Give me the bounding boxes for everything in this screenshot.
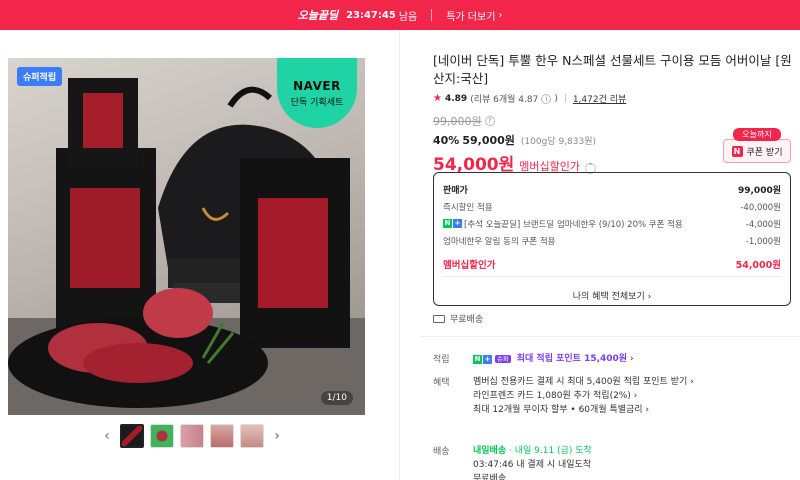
unit-price: (100g당 9,833원) [520, 137, 597, 147]
price-breakdown-box: 판매가 99,000원 즉시할인 적용 -40,000원 N + [추석 오늘끝딜… [433, 172, 791, 306]
chevron-right-icon[interactable]: › [270, 428, 284, 444]
naver-tag-title: NAVER [293, 78, 341, 93]
benefits-key: 혜택 [433, 378, 450, 388]
delivery-line: 내일배송 · 내일 9.11 (금) 도착 [473, 444, 592, 458]
benefit-text: 멤버십 전용카드 결제 시 최대 5,400원 적립 포인트 받기 [473, 377, 688, 387]
max-points-text: 최대 적립 포인트 15,400원 [516, 354, 628, 364]
delivery-key: 배송 [433, 447, 450, 457]
column-divider [399, 30, 400, 480]
super-points-badge: 슈퍼적립 [17, 67, 63, 86]
delivery-info: 내일배송 · 내일 9.11 (금) 도착 03:47:46 내 결제 시 내일… [473, 444, 592, 480]
product-title: [네이버 단독] 투뿔 한우 N스페셜 선물세트 구이용 모듬 어버이날 [원산… [433, 53, 792, 86]
chevron-right-icon: › [629, 354, 634, 364]
discount-price: 59,000원 [462, 134, 515, 147]
chevron-right-icon: › [498, 9, 503, 21]
thumbnail-1[interactable] [120, 424, 144, 448]
star-icon: ★ [433, 93, 442, 104]
breakdown-row: 엄마네한우 알림 동의 쿠폰 적용 -1,000원 [443, 232, 781, 249]
breakdown-value: -40,000원 [740, 202, 781, 213]
rating-score: 4.89 [444, 93, 468, 104]
promo-timer: 23:47:45 [346, 9, 396, 21]
thumbnail-2[interactable] [150, 424, 174, 448]
super-tag: 슈퍼 [494, 355, 511, 363]
info-icon[interactable]: ? [484, 116, 495, 126]
naver-tag-subtitle: 단독 기획세트 [290, 97, 344, 108]
rating-detail: (리뷰 6개월 4.87 [470, 95, 539, 105]
free-shipping-label: 무료배송 [450, 315, 484, 325]
points-row: 적립 N + 슈퍼 최대 적립 포인트 15,400원 › [433, 352, 634, 366]
breakdown-row: N + [추석 오늘끝딜] 브랜드딜 엄마네한우 (9/10) 20% 쿠폰 적용… [443, 215, 781, 232]
breakdown-total-row: 멤버십할인가 54,000원 [443, 255, 781, 272]
benefits-list: 멤버십 전용카드 결제 시 최대 5,400원 적립 포인트 받기 › 라인프렌… [473, 375, 694, 417]
chevron-left-icon[interactable]: ‹ [100, 428, 114, 444]
get-coupon-button[interactable]: N 쿠폰 받기 [723, 139, 791, 163]
naver-plus-icon: N + [473, 355, 492, 364]
breakdown-divider [443, 276, 781, 277]
benefit-item[interactable]: 최대 12개월 무이자 할부 • 60개월 특별금리 › [473, 403, 694, 417]
rating-divider [564, 94, 566, 103]
breakdown-row: 즉시할인 적용 -40,000원 [443, 198, 781, 215]
discount-percent: 40% [433, 134, 460, 147]
breakdown-label-wrap: N + [추석 오늘끝딜] 브랜드딜 엄마네한우 (9/10) 20% 쿠폰 적용 [443, 218, 683, 230]
benefit-item[interactable]: 라인프렌즈 카드 1,080원 추가 적립(2%) › [473, 389, 694, 403]
promo-timer-suffix: 남음 [398, 11, 418, 23]
naver-plus-icon: N + [443, 219, 462, 228]
coupon-widget: 오늘까지 N 쿠폰 받기 [723, 128, 791, 163]
view-all-benefits-label: 나의 혜택 전체보기 [572, 292, 645, 302]
original-price-row: 99,000원 ? [433, 113, 793, 129]
thumbnail-5[interactable] [240, 424, 264, 448]
coupon-deadline-badge: 오늘까지 [733, 128, 781, 141]
breakdown-label: [추석 오늘끝딜] 브랜드딜 엄마네한우 (9/10) 20% 쿠폰 적용 [464, 219, 683, 230]
rating-detail-close: ) [554, 93, 558, 104]
chevron-right-icon: › [647, 292, 652, 302]
benefits-row: 혜택 멤버십 전용카드 결제 시 최대 5,400원 적립 포인트 받기 › 라… [433, 375, 694, 417]
promo-divider [431, 9, 433, 21]
original-price: 99,000원 [433, 115, 482, 128]
free-shipping-row: 무료배송 [433, 312, 483, 325]
benefit-text: 라인프렌즈 카드 1,080원 추가 적립(2%) [473, 391, 631, 401]
section-divider [420, 336, 800, 337]
next-day-badge: 내일배송 [473, 446, 507, 456]
delivery-date: · 내일 9.11 (금) 도착 [509, 446, 592, 456]
thumbnail-3[interactable] [180, 424, 204, 448]
info-icon[interactable]: i [541, 93, 552, 104]
breakdown-value: 99,000원 [737, 186, 781, 196]
promo-more-label: 특가 더보기 [446, 11, 496, 23]
points-key: 적립 [433, 355, 450, 365]
view-all-benefits-link[interactable]: 나의 혜택 전체보기 › [443, 289, 781, 302]
breakdown-total-label: 멤버십할인가 [443, 259, 496, 271]
breakdown-label: 즉시할인 적용 [443, 202, 493, 213]
delivery-note: 03:47:46 내 결제 시 내일도착 [473, 460, 592, 470]
breakdown-value: -1,000원 [745, 236, 781, 247]
truck-icon [433, 314, 445, 323]
promo-logo: 오늘끝딜 [297, 9, 339, 22]
breakdown-value: -4,000원 [745, 219, 781, 230]
image-page-indicator: 1/10 [320, 391, 353, 405]
review-count-link[interactable]: 1,472건 리뷰 [573, 92, 626, 105]
product-main-image[interactable]: 슈퍼적립 NAVER 단독 기획세트 1/10 [8, 58, 365, 415]
benefit-text: 최대 12개월 무이자 할부 • 60개월 특별금리 [473, 405, 643, 415]
rating-row: ★ 4.89 (리뷰 6개월 4.87 i) 1,472건 리뷰 [433, 92, 793, 105]
delivery-extra: 무료배송 [473, 474, 507, 480]
breakdown-row: 판매가 99,000원 [443, 181, 781, 198]
delivery-row: 배송 내일배송 · 내일 9.11 (금) 도착 03:47:46 내 결제 시… [433, 444, 592, 480]
breakdown-label: 엄마네한우 알림 동의 쿠폰 적용 [443, 236, 556, 247]
promo-more-link[interactable]: 특가 더보기 › [446, 8, 502, 23]
benefit-item[interactable]: 멤버십 전용카드 결제 시 최대 5,400원 적립 포인트 받기 › [473, 375, 694, 389]
promo-bar: 오늘끝딜 23:47:45 남음 특가 더보기 › [0, 0, 800, 30]
breakdown-total-value: 54,000원 [735, 259, 781, 271]
thumbnail-strip: ‹ › [100, 424, 284, 448]
thumbnail-4[interactable] [210, 424, 234, 448]
points-value[interactable]: N + 슈퍼 최대 적립 포인트 15,400원 › [473, 352, 634, 366]
breakdown-label: 판매가 [443, 186, 468, 196]
coupon-button-label: 쿠폰 받기 [746, 147, 783, 158]
naver-n-icon: N [731, 145, 743, 157]
